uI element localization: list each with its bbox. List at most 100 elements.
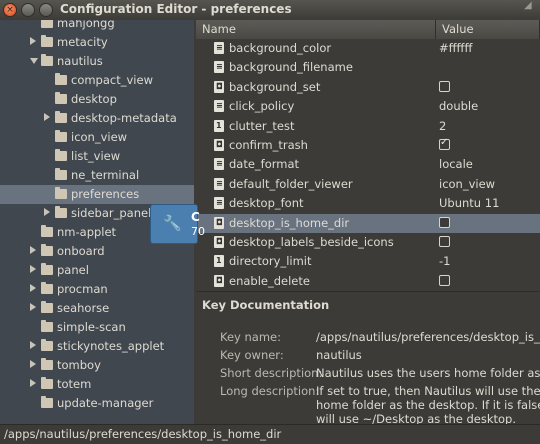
tree-item-metacity[interactable]: metacity xyxy=(0,33,194,52)
doc-title: Key Documentation xyxy=(202,298,330,312)
boolean-key-icon: ◘ xyxy=(214,236,224,248)
key-row-directory_limit[interactable]: 1 directory_limit -1 xyxy=(196,252,540,271)
tree-item-icon_view[interactable]: icon_view xyxy=(0,128,194,147)
key-value-checkbox[interactable] xyxy=(439,236,450,247)
tree-item-simple-scan[interactable]: simple-scan xyxy=(0,318,194,337)
key-value[interactable]: Ubuntu 11 xyxy=(439,196,499,210)
key-value-checkbox[interactable] xyxy=(439,216,450,228)
tree-item-seahorse[interactable]: seahorse xyxy=(0,299,194,318)
expander-closed-icon[interactable] xyxy=(30,360,36,368)
key-name-label: Key name: xyxy=(220,330,281,344)
folder-icon xyxy=(41,244,53,256)
tree-item-label: mahjongg xyxy=(57,20,115,30)
maximize-window-button[interactable] xyxy=(39,3,53,17)
tree-item-label: icon_view xyxy=(71,130,128,144)
key-row-confirm_trash[interactable]: ◘ confirm_trash xyxy=(196,136,540,155)
window-menu-icon[interactable]: ◢ xyxy=(524,0,536,12)
key-row-clutter_test[interactable]: 1 clutter_test 2 xyxy=(196,117,540,136)
expander-closed-icon[interactable] xyxy=(30,265,36,273)
integer-key-icon: 1 xyxy=(214,255,224,268)
key-value[interactable]: double xyxy=(439,99,478,113)
tree-item-label: stickynotes_applet xyxy=(57,339,165,353)
minimize-window-button[interactable] xyxy=(21,3,35,17)
tree-item-update-manager[interactable]: update-manager xyxy=(0,394,194,413)
tree-item-label: desktop-metadata xyxy=(71,111,177,125)
expander-closed-icon[interactable] xyxy=(30,303,36,311)
expander-closed-icon[interactable] xyxy=(30,341,36,349)
tree-item-label: preferences xyxy=(71,187,140,201)
tree-item-onboard[interactable]: onboard xyxy=(0,242,194,261)
key-row-background_set[interactable]: ◘ background_set xyxy=(196,78,540,97)
tooltip-line2: 70 xyxy=(191,225,205,238)
key-name: background_set xyxy=(229,79,321,94)
key-name: enable_delete xyxy=(229,273,310,288)
tree-item-totem[interactable]: totem xyxy=(0,375,194,394)
short-description-value[interactable]: Nautilus uses the users home folder as t… xyxy=(316,366,540,380)
close-window-button[interactable]: × xyxy=(3,3,17,17)
key-value[interactable]: locale xyxy=(439,157,473,171)
key-value[interactable]: icon_view xyxy=(439,177,495,191)
tree-item-desktop[interactable]: desktop xyxy=(0,90,194,109)
key-documentation-panel: Key Documentation Key name: /apps/nautil… xyxy=(196,292,540,424)
expander-closed-icon[interactable] xyxy=(30,284,36,292)
tree-item-ne_terminal[interactable]: ne_terminal xyxy=(0,166,194,185)
key-row-enable_delete[interactable]: ◘ enable_delete xyxy=(196,272,540,291)
tree-item-tomboy[interactable]: tomboy xyxy=(0,356,194,375)
key-row-background_color[interactable]: ≡ background_color #ffffff xyxy=(196,39,540,58)
key-value-checkbox[interactable] xyxy=(439,80,450,92)
string-key-icon: ≡ xyxy=(214,61,224,74)
expander-closed-icon[interactable] xyxy=(44,113,50,121)
key-row-desktop_labels_beside_icons[interactable]: ◘ desktop_labels_beside_icons xyxy=(196,233,540,252)
key-name: desktop_is_home_dir xyxy=(229,215,350,230)
folder-icon xyxy=(41,339,53,351)
window-title: Configuration Editor - preferences xyxy=(60,2,292,16)
tree-item-list_view[interactable]: list_view xyxy=(0,147,194,166)
key-row-default_folder_viewer[interactable]: ≡ default_folder_viewer icon_view xyxy=(196,175,540,194)
expander-closed-icon[interactable] xyxy=(30,37,36,45)
key-row-desktop_is_home_dir[interactable]: ◘ desktop_is_home_dir xyxy=(196,213,540,233)
folder-icon xyxy=(55,92,67,104)
long-description-line1[interactable]: If set to true, then Nautilus will use t… xyxy=(316,384,540,398)
key-value[interactable]: 2 xyxy=(439,119,446,133)
tree-item-procman[interactable]: procman xyxy=(0,280,194,299)
key-row-click_policy[interactable]: ≡ click_policy double xyxy=(196,97,540,116)
status-bar: /apps/nautilus/preferences/desktop_is_ho… xyxy=(0,424,540,444)
key-value[interactable]: -1 xyxy=(439,254,450,268)
tooltip-popup: 🔧 C 70 xyxy=(150,204,205,244)
expander-open-icon[interactable] xyxy=(30,58,38,64)
column-header-name[interactable]: Name xyxy=(196,20,436,39)
boolean-key-icon: ◘ xyxy=(214,80,224,93)
expander-closed-icon[interactable] xyxy=(30,379,36,387)
key-name: background_color xyxy=(229,41,332,55)
folder-icon xyxy=(41,396,53,408)
tree-item-label: procman xyxy=(57,282,108,296)
tree-item-label: seahorse xyxy=(57,301,110,315)
tree-item-preferences[interactable]: preferences xyxy=(0,185,194,204)
expander-closed-icon[interactable] xyxy=(30,246,36,254)
column-header-value[interactable]: Value xyxy=(436,20,540,39)
tooltip-line1: C xyxy=(191,210,200,224)
tree-item-stickynotes_applet[interactable]: stickynotes_applet xyxy=(0,337,194,356)
boolean-key-icon: ◘ xyxy=(214,274,224,287)
long-description-line3[interactable]: will use ~/Desktop as the desktop. xyxy=(316,412,540,424)
key-value-checkbox[interactable] xyxy=(439,274,450,286)
folder-icon xyxy=(55,206,67,218)
folder-icon xyxy=(41,20,53,28)
key-name: date_format xyxy=(229,157,300,172)
expander-closed-icon[interactable] xyxy=(44,208,50,216)
long-description-line2[interactable]: home folder as the desktop. If it is fal… xyxy=(316,398,540,412)
key-value-checkbox[interactable] xyxy=(439,137,450,150)
tree-item-panel[interactable]: panel xyxy=(0,261,194,280)
tree-item-compact_view[interactable]: compact_view xyxy=(0,71,194,90)
tree-item-nautilus[interactable]: nautilus xyxy=(0,52,194,71)
tree-item-label: onboard xyxy=(57,244,105,258)
key-row-date_format[interactable]: ≡ date_format locale xyxy=(196,155,540,174)
key-owner-value[interactable]: nautilus xyxy=(316,348,540,362)
key-value[interactable]: #ffffff xyxy=(439,41,472,55)
key-name-value[interactable]: /apps/nautilus/preferences/desktop_is_ho… xyxy=(316,330,540,344)
tree-item-mahjongg[interactable]: mahjongg xyxy=(0,20,194,33)
key-row-desktop_font[interactable]: ≡ desktop_font Ubuntu 11 xyxy=(196,194,540,213)
folder-icon xyxy=(41,301,53,313)
key-row-background_filename[interactable]: ≡ background_filename xyxy=(196,58,540,77)
tree-item-desktop-metadata[interactable]: desktop-metadata xyxy=(0,109,194,128)
